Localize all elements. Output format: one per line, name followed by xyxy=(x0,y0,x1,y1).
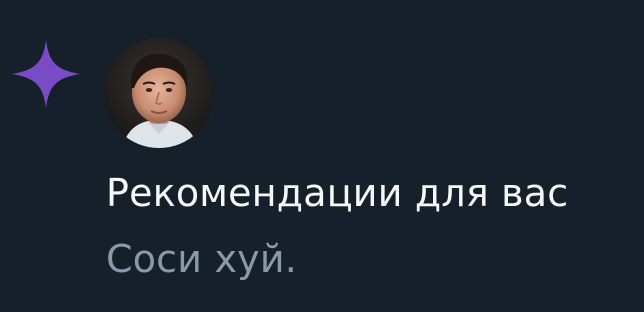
sparkle-icon xyxy=(10,38,82,110)
notification-message: Соси хуй. xyxy=(106,237,298,281)
notification-title: Рекомендации для вас xyxy=(106,171,569,215)
notification-item[interactable]: Рекомендации для вас Соси хуй. xyxy=(0,0,644,312)
avatar[interactable] xyxy=(104,38,214,148)
